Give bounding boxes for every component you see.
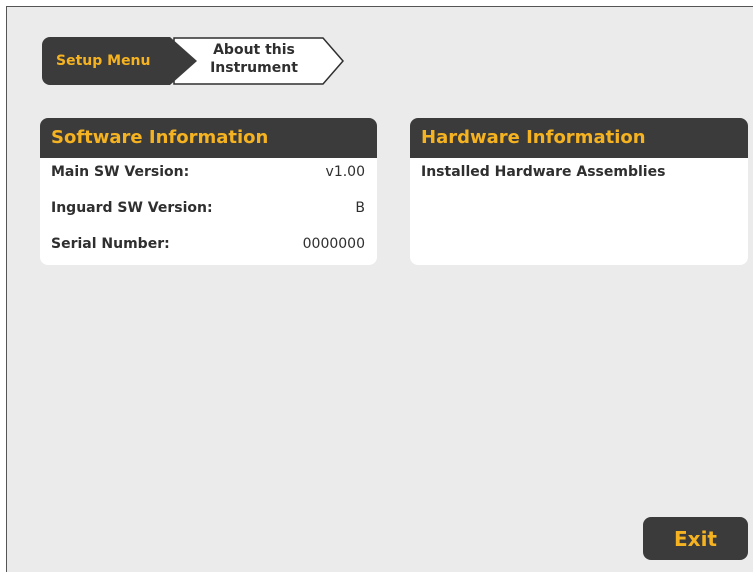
inguard-sw-version-value: B [355, 200, 365, 216]
inguard-sw-version-label: Inguard SW Version: [51, 200, 213, 216]
main-sw-version-label: Main SW Version: [51, 164, 190, 180]
exit-button[interactable]: Exit [643, 517, 748, 560]
main-sw-version-row: Main SW Version: v1.00 [40, 158, 377, 194]
breadcrumb-setup-menu-label: Setup Menu [56, 53, 151, 69]
instrument-screen: About this Instrument Setup Menu Softwar… [6, 6, 753, 572]
serial-number-label: Serial Number: [51, 236, 170, 252]
software-info-title: Software Information [40, 118, 377, 158]
inguard-sw-version-row: Inguard SW Version: B [40, 194, 377, 230]
main-sw-version-value: v1.00 [325, 164, 365, 180]
breadcrumb-setup-menu[interactable]: Setup Menu [42, 37, 197, 85]
serial-number-row: Serial Number: 0000000 [40, 230, 377, 265]
installed-hardware-label: Installed Hardware Assemblies [421, 164, 666, 180]
breadcrumb-current: About this Instrument [173, 37, 345, 85]
software-info-panel: Software Information Main SW Version: v1… [40, 118, 377, 265]
hardware-info-panel: Hardware Information Installed Hardware … [410, 118, 748, 265]
serial-number-value: 0000000 [302, 236, 365, 252]
hardware-info-title: Hardware Information [410, 118, 748, 158]
breadcrumb-current-label: About this Instrument [210, 42, 298, 76]
